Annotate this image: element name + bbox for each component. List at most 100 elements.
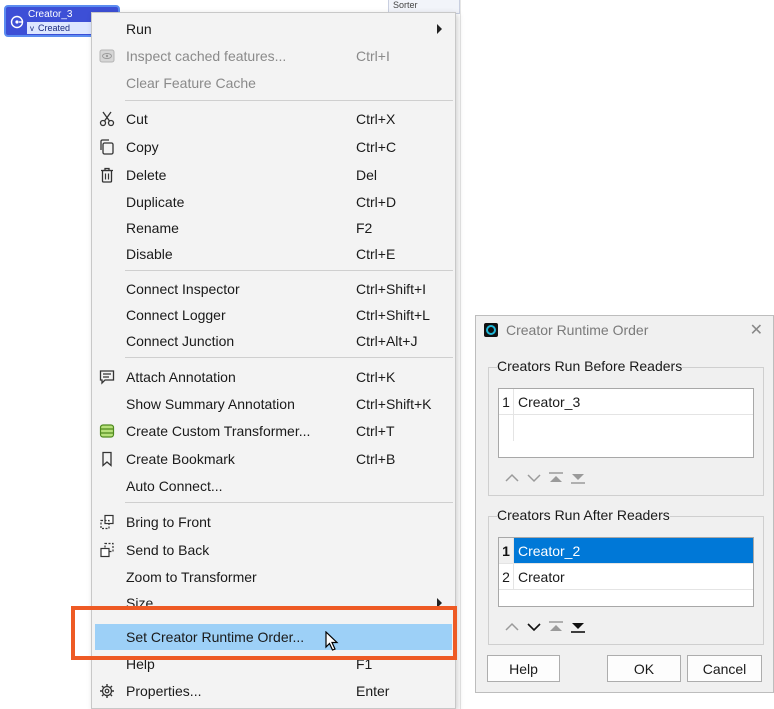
move-top-icon[interactable] — [547, 470, 565, 486]
before-order-buttons — [503, 470, 603, 486]
menu-item-summary-annotation[interactable]: Show Summary Annotation Ctrl+Shift+K — [95, 391, 452, 417]
menu-label: Auto Connect... — [126, 478, 223, 494]
menu-shortcut: Ctrl+B — [356, 451, 396, 467]
menu-item-duplicate[interactable]: Duplicate Ctrl+D — [95, 189, 452, 215]
menu-label: Delete — [126, 167, 167, 183]
move-bottom-icon[interactable] — [569, 619, 587, 635]
submenu-arrow-icon — [437, 598, 442, 608]
menu-item-connect-inspector[interactable]: Connect Inspector Ctrl+Shift+I — [95, 276, 452, 302]
list-row-empty[interactable] — [499, 415, 753, 441]
menu-item-rename[interactable]: Rename F2 — [95, 215, 452, 241]
menu-shortcut: Ctrl+Alt+J — [356, 333, 418, 349]
menu-label: Connect Junction — [126, 333, 235, 349]
menu-item-disable[interactable]: Disable Ctrl+E — [95, 241, 452, 267]
menu-label: Cut — [126, 111, 148, 127]
mouse-pointer-icon — [325, 631, 339, 651]
send-back-icon — [100, 542, 114, 558]
row-name: Creator_3 — [518, 394, 581, 410]
menu-item-properties[interactable]: Properties... Enter — [95, 678, 452, 704]
menu-label: Bring to Front — [126, 514, 211, 530]
menu-shortcut: F1 — [356, 656, 373, 672]
menu-shortcut: Enter — [356, 683, 390, 699]
menu-item-run[interactable]: Run — [95, 16, 452, 42]
row-number: 1 — [499, 538, 514, 563]
trash-icon — [101, 167, 113, 183]
menu-item-delete[interactable]: Delete Del — [95, 162, 452, 188]
creator-icon — [10, 15, 24, 29]
menu-shortcut: Ctrl+K — [356, 369, 396, 385]
move-up-icon[interactable] — [503, 470, 521, 486]
menu-shortcut: Ctrl+X — [356, 111, 396, 127]
move-up-icon[interactable] — [503, 619, 521, 635]
menu-item-connect-logger[interactable]: Connect Logger Ctrl+Shift+L — [95, 302, 452, 328]
scissors-icon — [99, 111, 115, 127]
menu-item-custom-transformer[interactable]: Create Custom Transformer... Ctrl+T — [95, 418, 452, 444]
menu-label: Connect Inspector — [126, 281, 240, 297]
close-icon[interactable]: ✕ — [750, 320, 763, 340]
row-number-empty — [499, 415, 514, 441]
menu-separator — [125, 502, 453, 503]
output-port[interactable]: v Created — [27, 22, 95, 34]
menu-shortcut: Ctrl+Shift+K — [356, 396, 432, 412]
menu-item-copy[interactable]: Copy Ctrl+C — [95, 134, 452, 160]
menu-label: Run — [126, 21, 152, 37]
row-name: Creator_2 — [518, 543, 581, 559]
chevron-down-icon: v — [30, 24, 34, 33]
gear-icon — [100, 684, 114, 698]
menu-item-auto-connect[interactable]: Auto Connect... — [95, 473, 452, 499]
annotation-icon — [99, 370, 115, 385]
before-readers-list[interactable]: 1 Creator_3 — [498, 388, 754, 458]
move-down-icon[interactable] — [525, 470, 543, 486]
menu-item-send-back[interactable]: Send to Back — [95, 537, 452, 563]
menu-item-attach-annotation[interactable]: Attach Annotation Ctrl+K — [95, 364, 452, 390]
menu-item-bring-front[interactable]: Bring to Front — [95, 509, 452, 535]
move-down-icon[interactable] — [525, 619, 543, 635]
ok-button[interactable]: OK — [607, 655, 681, 682]
after-readers-list[interactable]: 1 Creator_2 2 Creator — [498, 537, 754, 607]
bring-front-icon — [100, 514, 114, 530]
menu-item-cut[interactable]: Cut Ctrl+X — [95, 106, 452, 132]
list-row[interactable]: 2 Creator — [499, 564, 753, 590]
after-readers-group: Creators Run After Readers 1 Creator_2 2… — [488, 507, 764, 645]
row-number: 2 — [499, 564, 514, 589]
menu-item-set-creator-runtime-order[interactable]: Set Creator Runtime Order... — [95, 624, 452, 650]
move-top-icon[interactable] — [547, 619, 565, 635]
dialog-titlebar[interactable]: Creator Runtime Order ✕ — [476, 316, 773, 346]
menu-item-inspect-cached[interactable]: Inspect cached features... Ctrl+I — [95, 43, 452, 69]
copy-icon — [100, 139, 114, 155]
after-order-buttons — [503, 619, 603, 635]
menu-label: Create Bookmark — [126, 451, 235, 467]
partial-node-label: Sorter — [393, 0, 418, 10]
menu-label: Clear Feature Cache — [126, 75, 256, 91]
move-bottom-icon[interactable] — [569, 470, 587, 486]
group-label: Creators Run After Readers — [497, 507, 670, 523]
menu-item-clear-cache[interactable]: Clear Feature Cache — [95, 70, 452, 96]
list-row[interactable]: 1 Creator_3 — [499, 389, 753, 415]
menu-shortcut: Ctrl+Shift+L — [356, 307, 430, 323]
list-row-selected[interactable]: 1 Creator_2 — [499, 538, 753, 564]
menu-label: Size — [126, 595, 154, 611]
cancel-button[interactable]: Cancel — [687, 655, 762, 682]
menu-label: Create Custom Transformer... — [126, 423, 311, 439]
menu-item-zoom-transformer[interactable]: Zoom to Transformer — [95, 564, 452, 590]
menu-label: Copy — [126, 139, 159, 155]
menu-label: Rename — [126, 220, 179, 236]
bookmark-icon — [102, 451, 112, 467]
before-readers-group: Creators Run Before Readers 1 Creator_3 — [488, 358, 764, 496]
menu-item-help[interactable]: Help F1 — [95, 651, 452, 677]
menu-shortcut: Ctrl+C — [356, 139, 397, 155]
menu-separator — [125, 270, 453, 271]
menu-shortcut: Ctrl+E — [356, 246, 396, 262]
menu-item-size[interactable]: Size — [95, 590, 452, 616]
app-logo-icon — [484, 323, 498, 337]
menu-item-create-bookmark[interactable]: Create Bookmark Ctrl+B — [95, 446, 452, 472]
menu-label: Zoom to Transformer — [126, 569, 257, 585]
row-number: 1 — [499, 389, 514, 414]
menu-label: Show Summary Annotation — [126, 396, 295, 412]
menu-shortcut: Ctrl+D — [356, 194, 397, 210]
help-button[interactable]: Help — [487, 655, 560, 682]
menu-shortcut: Ctrl+Shift+I — [356, 281, 427, 297]
menu-item-connect-junction[interactable]: Connect Junction Ctrl+Alt+J — [95, 328, 452, 354]
menu-label: Help — [126, 656, 155, 672]
port-label: Created — [38, 23, 71, 33]
